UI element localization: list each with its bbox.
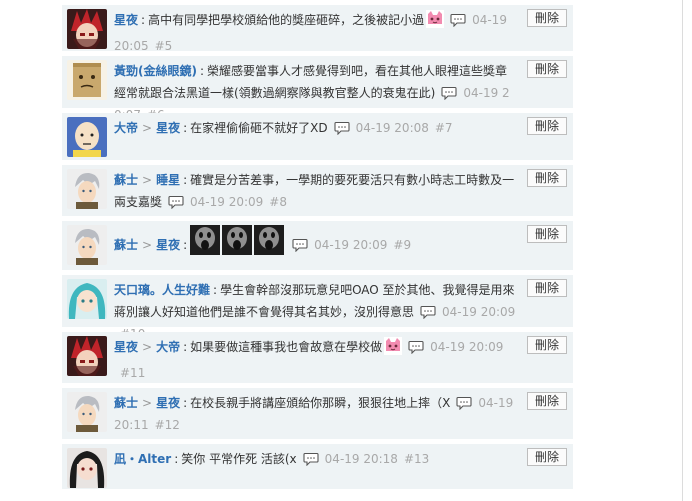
- speech-bubble-icon[interactable]: [441, 86, 457, 100]
- colon: :: [183, 121, 188, 135]
- comment-time: 04-19 20:09: [430, 340, 504, 354]
- floor-number[interactable]: #7: [435, 121, 453, 135]
- comment-item: 星夜: 高中有同學把學校頒給他的獎座砸碎，之後被記小過 04-19 20:05 #5 …: [62, 5, 573, 53]
- delete-button[interactable]: 刪除: [527, 60, 567, 78]
- floor-number[interactable]: #12: [155, 418, 180, 432]
- comment-item: 凪・Alter: 笑你 平常作死 活該(x 04-19 20:18 #13 刪除: [62, 444, 573, 490]
- colon: :: [199, 64, 205, 78]
- author-name[interactable]: 大帝: [114, 121, 138, 135]
- avatar[interactable]: [67, 9, 107, 49]
- comment-list: 星夜: 高中有同學把學校頒給他的獎座砸碎，之後被記小過 04-19 20:05 #5 …: [62, 5, 573, 494]
- comment-item: 蘇士 > 睡星: 確實是分苦差事，一學期的要死要活只有數小時志工時數及一兩支嘉獎 04-…: [62, 165, 573, 217]
- pink-cat-face-emoji: [384, 337, 403, 362]
- speech-bubble-icon[interactable]: [334, 121, 350, 135]
- avatar[interactable]: [67, 336, 107, 376]
- comment-item: 星夜 > 大帝: 如果要做這種事我也會故意在學校做 04-19 20:09 #11 刪除: [62, 332, 573, 384]
- avatar[interactable]: [67, 225, 107, 265]
- delete-button[interactable]: 刪除: [527, 169, 567, 187]
- delete-button[interactable]: 刪除: [527, 117, 567, 135]
- colon: :: [183, 396, 188, 410]
- reply-to-name[interactable]: 大帝: [156, 340, 180, 354]
- screaming-face-sticker: [190, 225, 221, 268]
- reply-to-name[interactable]: 星夜: [156, 396, 180, 410]
- speech-bubble-icon[interactable]: [292, 238, 308, 252]
- avatar[interactable]: [67, 392, 107, 432]
- reply-arrow: >: [142, 121, 153, 135]
- avatar[interactable]: [67, 169, 107, 209]
- speech-bubble-icon[interactable]: [450, 13, 466, 27]
- author-name[interactable]: 凪・Alter: [114, 452, 171, 466]
- comment-content: 如果要做這種事我也會故意在學校做: [190, 340, 383, 354]
- floor-number[interactable]: #5: [155, 39, 173, 53]
- delete-button[interactable]: 刪除: [527, 336, 567, 354]
- avatar[interactable]: [67, 117, 107, 157]
- comment-time: 04-19 20:09: [190, 195, 264, 209]
- comment-item: 蘇士 > 星夜: 在校長親手將講座頒給你那瞬，狠狠往地上摔（X 04-19 20:11 #…: [62, 388, 573, 440]
- comment-content: 在家裡偷偷砸不就好了XD: [190, 121, 328, 135]
- speech-bubble-icon[interactable]: [408, 340, 424, 354]
- avatar[interactable]: [67, 279, 107, 319]
- colon: :: [183, 238, 188, 252]
- delete-button[interactable]: 刪除: [527, 279, 567, 297]
- delete-button[interactable]: 刪除: [527, 448, 567, 466]
- author-name[interactable]: 蘇士: [114, 396, 138, 410]
- reply-arrow: >: [142, 173, 153, 187]
- author-name[interactable]: 天口璃。人生好難: [114, 283, 210, 297]
- delete-button[interactable]: 刪除: [527, 392, 567, 410]
- avatar[interactable]: [67, 448, 107, 488]
- comment-item: 大帝 > 星夜: 在家裡偷偷砸不就好了XD 04-19 20:08 #7 刪除: [62, 113, 573, 161]
- speech-bubble-icon[interactable]: [456, 396, 472, 410]
- reply-arrow: >: [142, 238, 153, 252]
- reply-to-name[interactable]: 星夜: [156, 238, 180, 252]
- comment-time: 04-19 20:18: [324, 452, 398, 466]
- comment-content: 笑你 平常作死 活該(x: [181, 452, 297, 466]
- author-name[interactable]: 星夜: [114, 13, 138, 27]
- avatar[interactable]: [67, 60, 107, 100]
- delete-button[interactable]: 刪除: [527, 225, 567, 243]
- reply-arrow: >: [142, 340, 153, 354]
- reply-arrow: >: [142, 396, 153, 410]
- comment-time: 04-19 20:09: [314, 238, 388, 252]
- author-name[interactable]: 黃勁(金絲眼鏡): [114, 64, 197, 78]
- delete-button[interactable]: 刪除: [527, 9, 567, 27]
- speech-bubble-icon[interactable]: [303, 452, 319, 466]
- floor-number[interactable]: #11: [120, 366, 145, 380]
- comment-time: 04-19 20:09: [442, 305, 516, 319]
- comment-item: 黃勁(金絲眼鏡): 榮耀感要當事人才感覺得到吧，看在其他人眼裡這些獎章經常就跟合法…: [62, 56, 573, 122]
- comment-content: 高中有同學把學校頒給他的獎座砸碎，之後被記小過: [148, 13, 425, 27]
- pink-cat-face-emoji: [426, 10, 445, 35]
- floor-number[interactable]: #8: [269, 195, 287, 209]
- author-name[interactable]: 星夜: [114, 340, 138, 354]
- floor-number[interactable]: #9: [393, 238, 411, 252]
- comment-item: 天口璃。人生好難: 學生會幹部沒那玩意兒吧OAO 至於其他、我覺得是用來蔣別讓人好…: [62, 275, 573, 341]
- colon: :: [213, 283, 218, 297]
- screaming-face-sticker: [222, 225, 253, 268]
- author-name[interactable]: 蘇士: [114, 173, 138, 187]
- colon: :: [141, 13, 146, 27]
- comment-content: 在校長親手將講座頒給你那瞬，狠狠往地上摔（X: [190, 396, 451, 410]
- floor-number[interactable]: #13: [404, 452, 429, 466]
- colon: :: [183, 340, 188, 354]
- speech-bubble-icon[interactable]: [420, 305, 436, 319]
- reply-to-name[interactable]: 睡星: [156, 173, 180, 187]
- speech-bubble-icon[interactable]: [168, 195, 184, 209]
- reply-to-name[interactable]: 星夜: [156, 121, 180, 135]
- colon: :: [174, 452, 179, 466]
- comment-time: 04-19 20:08: [355, 121, 429, 135]
- author-name[interactable]: 蘇士: [114, 238, 138, 252]
- colon: :: [183, 173, 188, 187]
- comment-item: 蘇士 > 星夜: 04-19 20:09 #9 刪除: [62, 221, 573, 271]
- screaming-face-sticker: [254, 225, 285, 268]
